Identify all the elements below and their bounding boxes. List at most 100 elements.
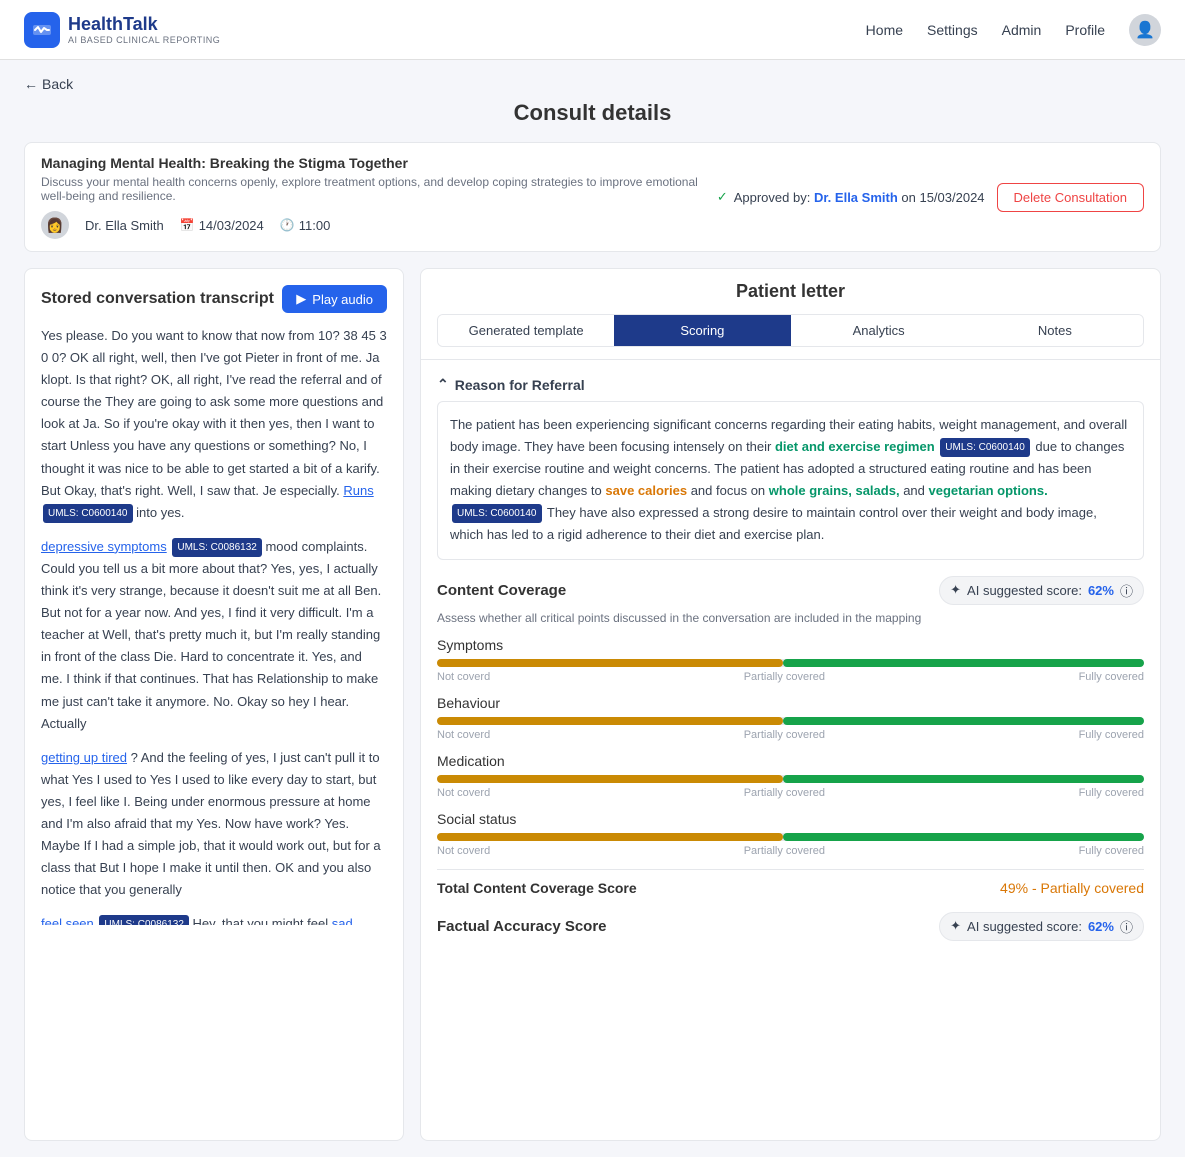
factual-ai-label: AI suggested score: [967,919,1082,934]
letter-title: Patient letter [437,281,1144,302]
main-nav: Home Settings Admin Profile 👤 [866,14,1161,46]
referral-box: The patient has been experiencing signif… [437,401,1144,560]
patient-letter-panel: Patient letter Generated template Scorin… [420,268,1161,1141]
depressive-term[interactable]: depressive symptoms [41,539,167,554]
logo: HealthTalk AI BASED CLINICAL REPORTING [24,12,220,48]
tab-scoring[interactable]: Scoring [614,315,790,346]
consult-meta: 👩 Dr. Ella Smith 📅 14/03/2024 🕐 11:00 [41,211,717,239]
chevron-up-icon: ⌃ [437,376,449,393]
transcript-header: Stored conversation transcript ▶ Play au… [41,285,387,313]
behaviour-progress [437,717,1144,725]
category-symptoms: Symptoms Not coverd Partially covered Fu… [437,637,1144,683]
tab-notes[interactable]: Notes [967,315,1143,346]
app-header: HealthTalk AI BASED CLINICAL REPORTING H… [0,0,1185,60]
consult-title: Managing Mental Health: Breaking the Sti… [41,155,717,171]
medication-fill-yellow [437,775,783,783]
referral-highlight-3: whole grains, salads, [769,483,900,498]
transcript-paragraph-3: getting up tired ? And the feeling of ye… [41,747,387,902]
nav-settings[interactable]: Settings [927,22,978,38]
logo-text: HealthTalk AI BASED CLINICAL REPORTING [68,14,220,45]
doctor-name: Dr. Ella Smith [85,218,164,233]
coverage-categories: Symptoms Not coverd Partially covered Fu… [437,637,1144,857]
symptoms-progress [437,659,1144,667]
symptoms-labels: Not coverd Partially covered Fully cover… [437,671,1144,683]
feel-seen-term[interactable]: feel seen [41,916,94,925]
getting-up-term[interactable]: getting up tired [41,750,127,765]
approved-text: Approved by: Dr. Ella Smith on 15/03/202… [734,190,985,205]
consult-description: Discuss your mental health concerns open… [41,175,717,203]
calendar-icon: 📅 [180,218,195,232]
factual-accuracy-header: Factual Accuracy Score ✦ AI suggested sc… [437,912,1144,941]
referral-section-label: Reason for Referral [455,377,585,393]
main-layout: Stored conversation transcript ▶ Play au… [24,268,1161,1141]
behaviour-labels: Not coverd Partially covered Fully cover… [437,729,1144,741]
umls-depressive: UMLS: C0086132 [172,538,262,557]
factual-ai-icon: ✦ [950,918,961,934]
avatar[interactable]: 👤 [1129,14,1161,46]
behaviour-fill-yellow [437,717,783,725]
ai-label: AI suggested score: [967,583,1082,598]
consult-date: 📅 14/03/2024 [180,218,264,233]
doctor-avatar: 👩 [41,211,69,239]
clock-icon: 🕐 [280,218,295,232]
factual-accuracy-title: Factual Accuracy Score [437,918,607,935]
referral-umls-2: UMLS: C0600140 [452,504,542,523]
social-progress [437,833,1144,841]
consult-info: Managing Mental Health: Breaking the Sti… [41,155,717,239]
factual-ai-score: 62% [1088,919,1114,934]
social-fill-green [783,833,1144,841]
tab-generated-template[interactable]: Generated template [438,315,614,346]
nav-profile[interactable]: Profile [1065,22,1105,38]
category-medication: Medication Not coverd Partially covered … [437,753,1144,799]
transcript-paragraph-2: depressive symptoms UMLS: C0086132 mood … [41,536,387,735]
umls-runs: UMLS: C0600140 [43,504,133,523]
cat-behaviour-label: Behaviour [437,695,1144,711]
coverage-header: Content Coverage ✦ AI suggested score: 6… [437,576,1144,605]
nav-admin[interactable]: Admin [1002,22,1042,38]
category-social-status: Social status Not coverd Partially cover… [437,811,1144,857]
behaviour-fill-green [783,717,1144,725]
ai-icon: ✦ [950,582,961,598]
medication-progress [437,775,1144,783]
consult-bar: Managing Mental Health: Breaking the Sti… [24,142,1161,252]
transcript-panel: Stored conversation transcript ▶ Play au… [24,268,404,1141]
referral-section-header: ⌃ Reason for Referral [437,376,1144,393]
social-fill-yellow [437,833,783,841]
total-value: 49% - Partially covered [1000,880,1144,896]
sad-term[interactable]: sad [332,916,353,925]
back-arrow-icon: ← [24,76,38,92]
logo-name: HealthTalk [68,14,220,35]
check-icon: ✓ [717,189,728,205]
page-content: ← Back Consult details Managing Mental H… [0,60,1185,1157]
transcript-paragraph-4: feel seen UMLS: C0086132 Hey, that you m… [41,913,387,925]
referral-highlight-2: save calories [605,483,687,498]
runs-term[interactable]: Runs [343,483,373,498]
play-audio-button[interactable]: ▶ Play audio [282,285,387,313]
medication-labels: Not coverd Partially covered Fully cover… [437,787,1144,799]
consult-time: 🕐 11:00 [280,218,331,233]
ai-score-value: 62% [1088,583,1114,598]
nav-home[interactable]: Home [866,22,903,38]
coverage-title: Content Coverage [437,582,566,599]
ai-score-badge: ✦ AI suggested score: 62% ⓘ [939,576,1144,605]
delete-consultation-button[interactable]: Delete Consultation [997,183,1144,212]
logo-subtitle: AI BASED CLINICAL REPORTING [68,35,220,45]
coverage-description: Assess whether all critical points discu… [437,611,1144,625]
umls-feel: UMLS: C0086132 [99,915,189,925]
symptoms-fill-yellow [437,659,783,667]
approved-on: on 15/03/2024 [901,190,984,205]
tab-analytics[interactable]: Analytics [791,315,967,346]
approved-doctor: Dr. Ella Smith [814,190,898,205]
cat-symptoms-label: Symptoms [437,637,1144,653]
medication-fill-green [783,775,1144,783]
referral-umls-1: UMLS: C0600140 [940,438,1030,457]
letter-header: Patient letter Generated template Scorin… [421,269,1160,360]
factual-ai-badge: ✦ AI suggested score: 62% ⓘ [939,912,1144,941]
info-icon: ⓘ [1120,581,1133,600]
symptoms-fill-green [783,659,1144,667]
tabs: Generated template Scoring Analytics Not… [437,314,1144,347]
play-label: Play audio [312,292,373,307]
back-link[interactable]: ← Back [24,76,73,92]
play-icon: ▶ [296,291,306,307]
page-title: Consult details [24,100,1161,126]
